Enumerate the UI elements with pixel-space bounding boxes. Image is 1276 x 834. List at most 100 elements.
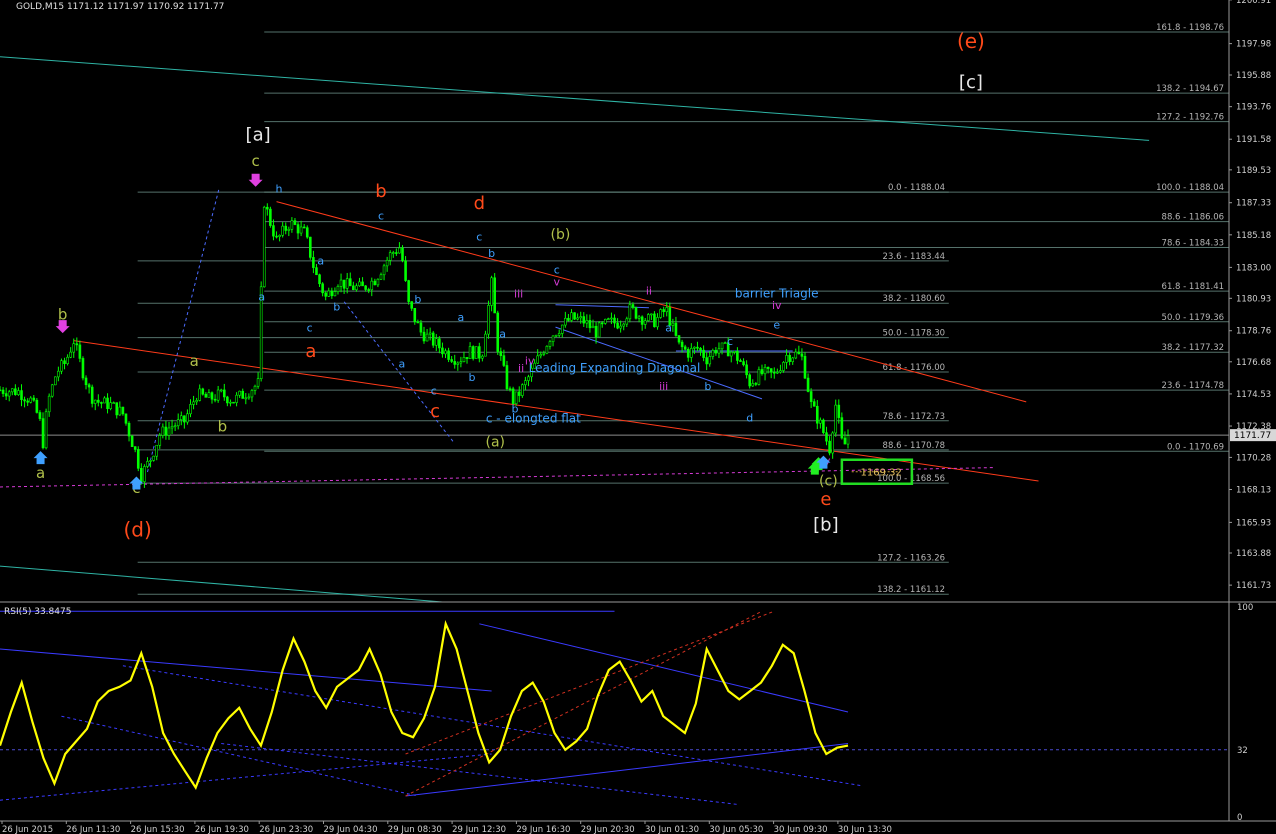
candle-body — [345, 278, 349, 289]
candle-body — [35, 399, 39, 413]
wave-label: iv — [772, 299, 782, 312]
candle-body — [81, 358, 85, 379]
candle-body — [183, 415, 186, 423]
candle-body — [723, 342, 727, 345]
gold-m15-chart[interactable]: 0.0 - 1188.0423.6 - 1183.4438.2 - 1180.6… — [0, 0, 1276, 834]
candle-body — [238, 390, 241, 396]
wave-label: b — [333, 301, 340, 314]
candle-body — [355, 285, 358, 291]
candle-body — [201, 388, 205, 395]
candle-body — [140, 468, 143, 482]
price-tick-label: 1185.18 — [1236, 231, 1271, 241]
candle-body — [226, 396, 229, 404]
fib-label-right: 100.0 - 1188.04 — [1156, 183, 1224, 193]
price-tick-label: 1161.73 — [1236, 581, 1271, 591]
candle-body — [831, 432, 834, 454]
candle-body — [846, 435, 850, 445]
candle-body — [404, 260, 407, 281]
candle-body — [186, 413, 189, 423]
candle-body — [576, 317, 579, 320]
candle-body — [714, 350, 718, 354]
candle-body — [603, 318, 607, 324]
candle-body — [10, 388, 14, 393]
candle-body — [127, 422, 131, 437]
candle-body — [665, 307, 669, 313]
candle-body — [370, 280, 374, 291]
candle-body — [66, 356, 69, 364]
wave-label: [c] — [959, 72, 983, 93]
wave-label: b — [488, 247, 495, 260]
candle-body — [20, 390, 23, 400]
rsi-tick-label: 0 — [1237, 813, 1242, 823]
candle-body — [742, 361, 745, 366]
price-tick-label: 1187.33 — [1236, 199, 1271, 209]
candle-body — [250, 390, 254, 398]
candle-body — [115, 402, 119, 416]
candle-body — [293, 220, 297, 225]
candle-body — [791, 357, 795, 362]
fib-label-left: 38.2 - 1180.60 — [883, 294, 946, 304]
candle-body — [216, 389, 220, 401]
candle-body — [539, 354, 543, 357]
candle-body — [736, 351, 739, 361]
candle-body — [481, 355, 484, 359]
wave-label: b — [704, 380, 711, 393]
candle-body — [241, 390, 245, 399]
time-tick-label: 29 Jun 04:30 — [324, 825, 378, 834]
candle-body — [699, 347, 702, 351]
candle-body — [588, 320, 592, 329]
candle-body — [585, 320, 589, 324]
price-tick-label: 1191.58 — [1236, 135, 1271, 145]
candle-body — [782, 362, 785, 371]
candle-body — [312, 257, 315, 268]
candle-body — [671, 322, 675, 326]
candle-body — [438, 338, 441, 349]
candle-body — [517, 391, 521, 396]
candle-body — [379, 274, 383, 280]
candle-body — [619, 325, 622, 329]
candle-body — [527, 376, 530, 381]
candle-body — [219, 389, 223, 392]
candle-body — [769, 368, 773, 373]
candle-body — [776, 371, 779, 374]
candle-body — [428, 332, 432, 335]
candle-body — [733, 351, 736, 353]
candle-body — [843, 437, 847, 445]
candle-body — [551, 335, 555, 342]
candle-body — [103, 397, 106, 404]
candle-body — [305, 227, 309, 238]
fib-label-right: 138.2 - 1194.67 — [1156, 84, 1224, 94]
candle-body — [434, 338, 438, 346]
candle-body — [278, 234, 281, 237]
candle-body — [391, 252, 395, 254]
candle-body — [680, 341, 684, 348]
candle-body — [330, 290, 334, 297]
wave-label: a — [665, 322, 672, 335]
candle-body — [788, 355, 791, 362]
candle-body — [29, 397, 33, 403]
candle-body — [133, 446, 137, 450]
candle-body — [176, 419, 180, 427]
candle-body — [441, 347, 444, 355]
fib-label-right: 61.8 - 1181.41 — [1162, 282, 1225, 292]
time-tick-label: 29 Jun 16:30 — [516, 825, 570, 834]
wave-label: c — [378, 210, 384, 223]
time-tick-label: 26 Jun 23:30 — [259, 825, 313, 834]
candle-body — [622, 323, 626, 327]
candle-body — [235, 394, 238, 403]
wave-label: v — [553, 275, 560, 288]
candle-body — [748, 374, 751, 387]
candle-body — [757, 369, 761, 385]
candle-body — [324, 292, 327, 297]
candle-body — [505, 365, 509, 390]
candle-body — [1, 389, 5, 394]
candle-body — [800, 353, 804, 357]
candle-body — [806, 377, 810, 392]
candle-body — [456, 362, 460, 365]
candle-body — [419, 322, 423, 333]
candle-body — [281, 225, 284, 236]
candle-body — [521, 384, 524, 396]
candle-body — [17, 390, 20, 395]
wave-label: Leading Expanding Diagonal — [529, 361, 701, 375]
wave-label: (b) — [551, 227, 571, 243]
